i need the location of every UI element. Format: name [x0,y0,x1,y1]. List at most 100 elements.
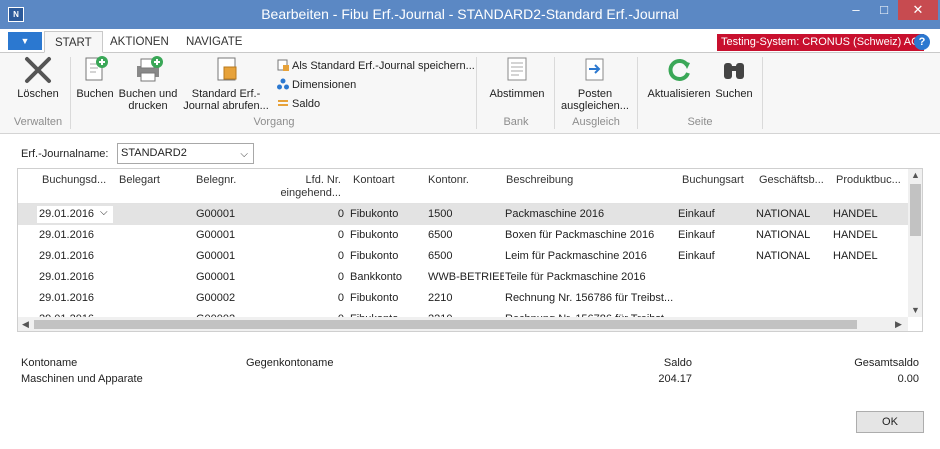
system-badge: Testing-System: CRONUS (Schweiz) AG [717,34,924,51]
app-menu-button[interactable]: ▼ [8,32,42,50]
cell-kontoart[interactable]: Fibukonto [350,208,398,220]
vertical-scrollbar[interactable]: ▲ ▼ [908,169,922,317]
cell-produktbuc[interactable]: HANDEL [833,208,878,220]
loeschen-button[interactable]: Löschen [14,55,62,100]
cell-kontonr[interactable]: 6500 [428,229,504,241]
saldo-button[interactable]: Saldo [277,96,320,112]
cell-geschaeftsb[interactable]: NATIONAL [756,229,810,241]
cell-kontonr[interactable]: 6500 [428,250,504,262]
cell-beschreibung[interactable]: Teile für Packmaschine 2016 [505,271,677,283]
col-header-geschaeftsbuchungsgruppe[interactable]: Geschäftsb... [759,174,824,187]
abstimmen-button[interactable]: Abstimmen [486,55,548,100]
horizontal-scroll-thumb[interactable] [34,320,857,329]
horizontal-scrollbar[interactable]: ◀ ▶ [18,317,908,331]
cell-date[interactable]: 29.01.2016 [39,208,94,220]
cell-belegnr[interactable]: G00001 [196,271,235,283]
buchen-button[interactable]: Buchen [74,55,116,100]
standard-journal-abrufen-button[interactable]: Standard Erf.- Journal abrufen... [183,55,269,112]
dimensionen-label: Dimensionen [292,79,357,91]
cell-kontonr[interactable]: WWB-BETRIEB [428,271,504,283]
cell-lfdnr[interactable]: 0 [278,292,344,304]
cell-buchungsart[interactable]: Einkauf [678,229,715,241]
scroll-left-icon[interactable]: ◀ [22,317,29,331]
tab-aktionen[interactable]: AKTIONEN [100,31,179,53]
cell-date[interactable]: 29.01.2016 [39,229,94,241]
cell-kontoart[interactable]: Fibukonto [350,229,398,241]
ok-button[interactable]: OK [856,411,924,433]
cell-kontonr[interactable]: 2210 [428,292,504,304]
buchen-drucken-button[interactable]: Buchen und drucken [116,55,180,112]
tab-navigate[interactable]: NAVIGATE [176,31,252,53]
buchen-drucken-label-2: drucken [128,100,168,112]
gegenkontoname-label: Gegenkontoname [246,357,334,369]
cell-lfdnr[interactable]: 0 [278,271,344,283]
cell-geschaeftsb[interactable]: NATIONAL [756,250,810,262]
scroll-up-icon[interactable]: ▲ [908,170,922,180]
cell-date[interactable]: 29.01.2016 [39,271,94,283]
cell-geschaeftsb[interactable]: NATIONAL [756,208,810,220]
col-header-beschreibung[interactable]: Beschreibung [506,174,573,187]
col-header-lfdnr-line2: eingehend... [280,187,341,199]
cell-belegnr[interactable]: G00001 [196,229,235,241]
table-row[interactable]: 29.01.2016 G00001 0 Bankkonto WWB-BETRIE… [18,267,908,288]
scroll-right-icon[interactable]: ▶ [895,317,902,331]
cell-lfdnr[interactable]: 0 [278,229,344,241]
cell-produktbuc[interactable]: HANDEL [833,250,878,262]
cell-beschreibung[interactable]: Leim für Packmaschine 2016 [505,250,677,262]
balance-icon [278,100,288,106]
help-icon[interactable]: ? [914,34,930,50]
group-separator [637,57,638,129]
table-row[interactable]: 29.01.2016 G00001 0 Fibukonto 6500 Boxen… [18,225,908,246]
tab-start[interactable]: START [44,31,103,53]
cell-beschreibung[interactable]: Rechnung Nr. 156786 für Treibst... [505,292,677,304]
title-bar: N Bearbeiten - Fibu Erf.-Journal - STAND… [0,0,940,29]
cell-lfdnr[interactable]: 0 [278,250,344,262]
buchen-label: Buchen [76,88,114,100]
cell-date[interactable]: 29.01.2016 [39,250,94,262]
suchen-button[interactable]: Suchen [714,55,754,100]
chevron-down-icon[interactable]: ⌵ [240,145,248,164]
als-standard-speichern-button[interactable]: Als Standard Erf.-Journal speichern... [277,58,475,74]
cell-buchungsart[interactable]: Einkauf [678,208,715,220]
dimensionen-button[interactable]: Dimensionen [277,77,356,93]
col-header-kontoart[interactable]: Kontoart [353,174,395,187]
col-header-produktbuchungsgruppe[interactable]: Produktbuc... [836,174,901,187]
cell-beschreibung[interactable]: Boxen für Packmaschine 2016 [505,229,677,241]
scroll-down-icon[interactable]: ▼ [908,305,922,315]
cell-beschreibung[interactable]: Packmaschine 2016 [505,208,677,220]
cell-belegnr[interactable]: G00002 [196,292,235,304]
cell-produktbuc[interactable]: HANDEL [833,229,878,241]
cell-lfdnr[interactable]: 0 [278,208,344,220]
cell-kontoart[interactable]: Fibukonto [350,292,398,304]
kontoname-value: Maschinen und Apparate [21,373,143,385]
col-header-lfdnr[interactable]: Lfd. Nr. eingehend... [278,174,341,200]
posten-ausgleichen-button[interactable]: Posten ausgleichen... [558,55,632,112]
col-header-buchungsart[interactable]: Buchungsart [682,174,744,187]
table-row[interactable]: 29.01.2016 G00002 0 Fibukonto 2210 Rechn… [18,288,908,309]
maximize-button[interactable]: □ [870,0,898,20]
col-header-lfdnr-line1: Lfd. Nr. [305,174,341,186]
table-row[interactable]: 29.01.2016 G00001 0 Fibukonto 6500 Leim … [18,246,908,267]
chevron-down-icon[interactable]: ⌵ [100,207,108,218]
cell-belegnr[interactable]: G00001 [196,208,235,220]
journal-name-value: STANDARD2 [121,147,187,159]
col-header-belegart[interactable]: Belegart [119,174,160,187]
vertical-scroll-thumb[interactable] [910,184,921,236]
aktualisieren-button[interactable]: Aktualisieren [646,55,712,100]
table-row[interactable]: 29.01.2016 ⌵ G00001 0 Fibukonto 1500 Pac… [18,204,908,225]
cell-belegnr[interactable]: G00001 [196,250,235,262]
cell-kontoart[interactable]: Fibukonto [350,250,398,262]
cell-date[interactable]: 29.01.2016 [39,292,94,304]
col-header-buchungsdatum[interactable]: Buchungsd... [42,174,106,187]
minimize-button[interactable]: – [842,0,870,20]
close-button[interactable]: ✕ [898,0,938,20]
cell-kontonr[interactable]: 1500 [428,208,504,220]
journal-name-select[interactable]: STANDARD2 ⌵ [117,143,254,164]
col-header-belegnr[interactable]: Belegnr. [196,174,236,187]
saldo-value: 204.17 [658,373,692,385]
dimensions-icon [277,78,289,90]
col-header-kontonr[interactable]: Kontonr. [428,174,469,187]
cell-kontoart[interactable]: Bankkonto [350,271,402,283]
group-label-bank: Bank [503,116,529,128]
cell-buchungsart[interactable]: Einkauf [678,250,715,262]
